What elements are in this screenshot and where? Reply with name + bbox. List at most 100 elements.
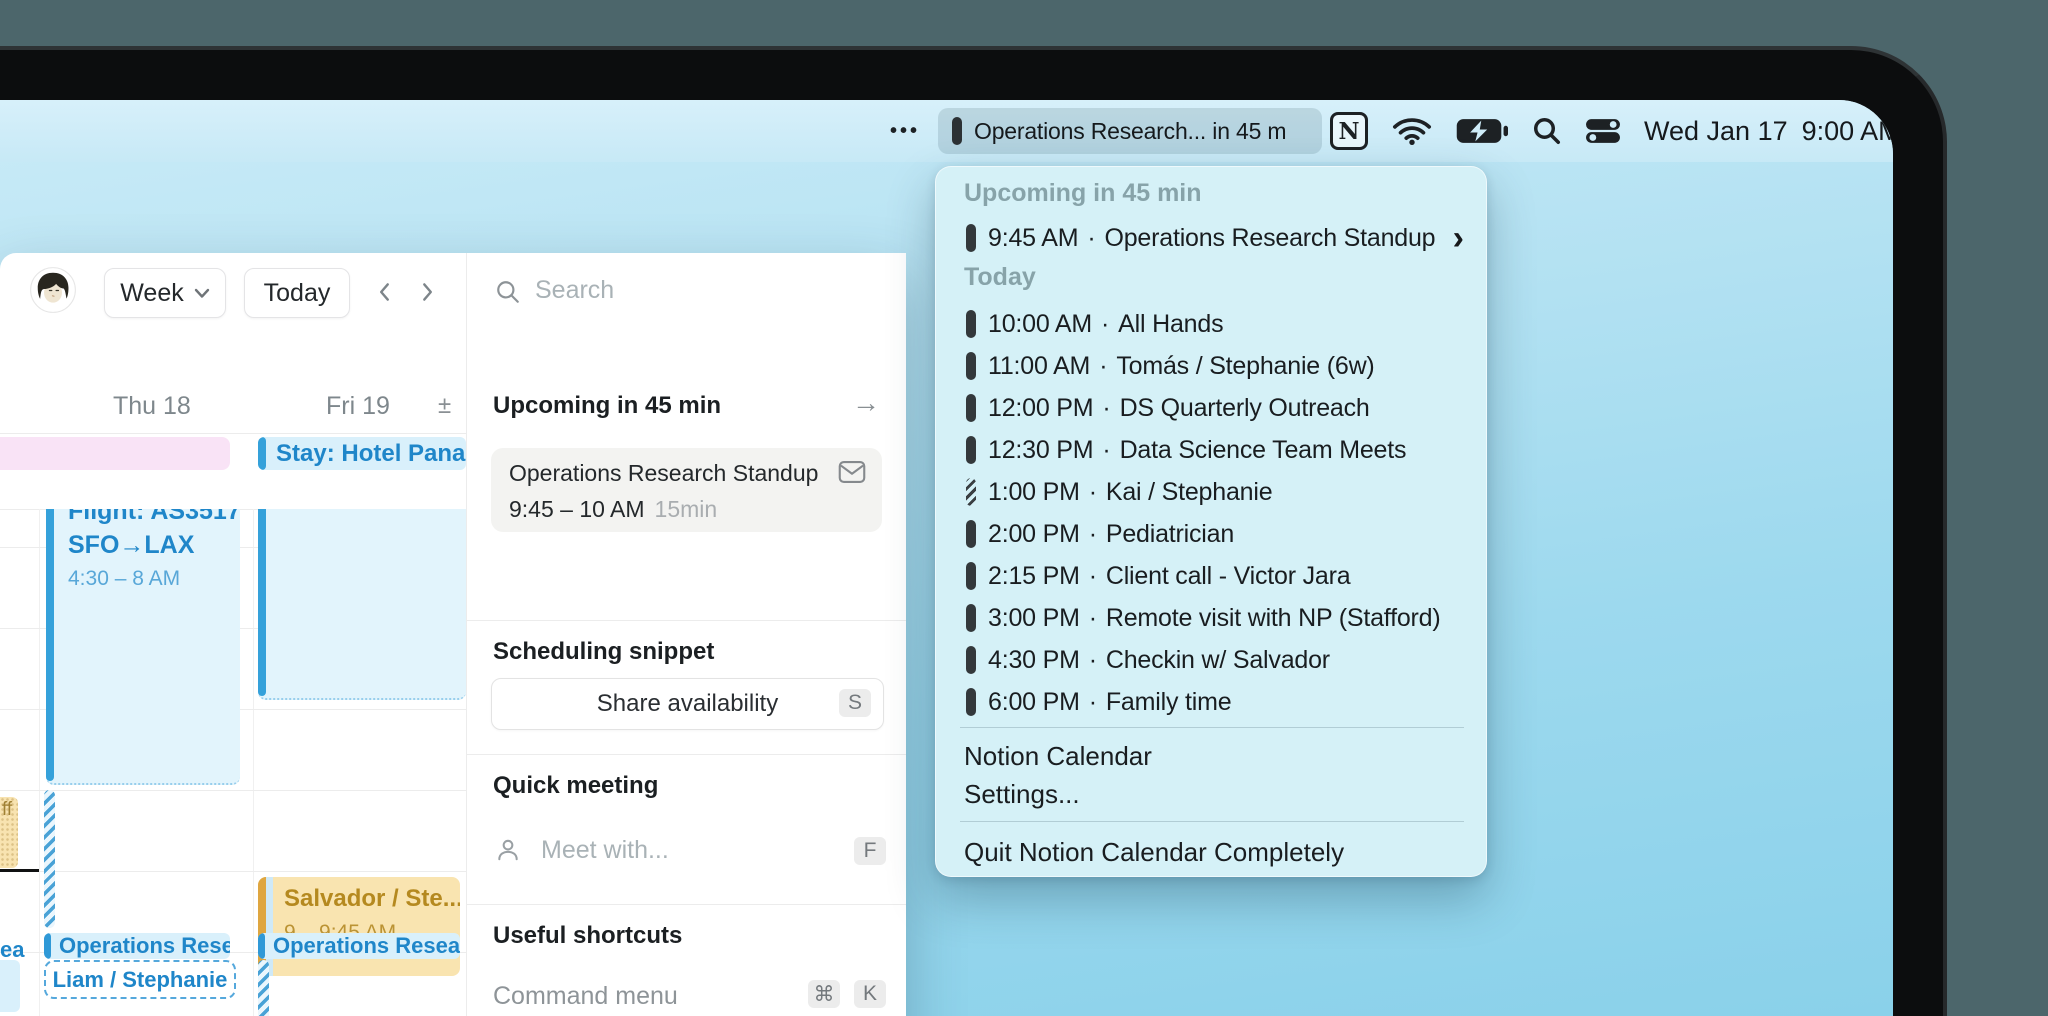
event-salvador[interactable]: Salvador / Ste... 9 – 9:45 AM: [258, 877, 460, 976]
upcoming-event-card[interactable]: Operations Research Standup 9:45 – 10 AM…: [491, 448, 882, 532]
meet-with-input[interactable]: [539, 835, 783, 866]
dropdown-event-item[interactable]: 11:00 AM · Tomás / Stephanie (6w): [936, 345, 1486, 387]
dropdown-event-item[interactable]: 4:30 PM · Checkin w/ Salvador: [936, 639, 1486, 681]
menu-bar-event-label: Operations Research... in 45 m: [974, 117, 1287, 144]
panel-divider: [467, 904, 906, 905]
upcoming-header: Upcoming in 45 min: [493, 392, 722, 419]
item-time: 11:00 AM: [988, 351, 1091, 380]
event-bar-icon: [966, 520, 976, 548]
item-separator: ·: [1101, 309, 1110, 338]
event-tentative-bar-thu[interactable]: [44, 790, 55, 928]
event-color-bar: [258, 437, 266, 470]
quick-meeting-header: Quick meeting: [493, 772, 659, 799]
item-separator: ·: [1088, 477, 1097, 506]
item-time: 3:00 PM: [988, 603, 1080, 632]
event-title: Flight: AS3517: [68, 509, 241, 525]
dropdown-divider: [960, 727, 1464, 728]
card-duration: 15min: [654, 496, 718, 522]
menu-bar-clock[interactable]: Wed Jan 17 9:00 AM: [1644, 116, 1893, 147]
event-liam-proposed[interactable]: Liam / Stephanie: [44, 960, 236, 999]
scheduling-header: Scheduling snippet: [493, 638, 715, 665]
dropdown-event-item[interactable]: 1:00 PM · Kai / Stephanie: [936, 471, 1486, 513]
chevron-right-icon[interactable]: [414, 279, 442, 307]
item-separator: ·: [1087, 223, 1096, 252]
menu-bar-active-event-item[interactable]: Operations Research... in 45 m: [938, 108, 1322, 154]
item-time: 1:00 PM: [988, 477, 1080, 506]
view-selector-label: Week: [120, 278, 184, 307]
week-grid[interactable]: ff ea Flight: AS3517 SFO→LAX 4:30 – 8 AM: [0, 509, 466, 1016]
event-fragment-blue-chip[interactable]: [0, 960, 20, 1012]
item-title: DS Quarterly Outreach: [1119, 393, 1370, 422]
item-title: Kai / Stephanie: [1105, 477, 1273, 506]
event-route: SFO→LAX: [68, 531, 195, 559]
shortcut-key-k: K: [854, 980, 886, 1008]
all-day-event-pink[interactable]: [0, 437, 230, 470]
item-time: 2:15 PM: [988, 561, 1080, 590]
notion-app-icon[interactable]: N: [1330, 112, 1368, 150]
hour-gridline: [0, 790, 466, 791]
control-center-icon[interactable]: [1586, 118, 1620, 144]
dropdown-event-item[interactable]: 12:00 PM · DS Quarterly Outreach: [936, 387, 1486, 429]
battery-charging-icon[interactable]: [1456, 118, 1508, 144]
item-title: Operations Research Standup: [1104, 223, 1436, 252]
day-header-thu[interactable]: Thu 18: [113, 392, 191, 421]
arrow-right-icon[interactable]: →: [852, 387, 880, 419]
all-day-event-stay[interactable]: Stay: Hotel Panamer: [258, 437, 466, 470]
marketing-frame: ••• Operations Research... in 45 m N Wed…: [0, 0, 2048, 1016]
menu-item-quit[interactable]: Quit Notion Calendar Completely: [964, 837, 1344, 868]
item-separator: ·: [1102, 435, 1111, 464]
envelope-icon[interactable]: [838, 460, 866, 484]
menu-bar-dropdown: Upcoming in 45 min 9:45 AM · Operations …: [935, 166, 1487, 877]
menu-bar-overflow-icon[interactable]: •••: [890, 100, 920, 162]
event-bar-icon: [966, 224, 976, 252]
command-menu-label: Command menu: [493, 982, 678, 1010]
event-tentative-bar-fri[interactable]: [258, 960, 269, 1016]
all-day-expand-icon[interactable]: ±: [438, 392, 451, 420]
shortcuts-header: Useful shortcuts: [493, 922, 683, 949]
spotlight-search-icon[interactable]: [1532, 116, 1562, 146]
clock-time: 9:00 AM: [1801, 115, 1893, 146]
day-header-fri[interactable]: Fri 19: [326, 392, 390, 421]
dropdown-event-item[interactable]: 3:00 PM · Remote visit with NP (Stafford): [936, 597, 1486, 639]
event-color-bar: [46, 509, 54, 781]
avatar[interactable]: [30, 267, 76, 313]
dropdown-event-item[interactable]: 12:30 PM · Data Science Team Meets: [936, 429, 1486, 471]
share-availability-label: Share availability: [596, 690, 779, 717]
item-separator: ·: [1099, 351, 1108, 380]
event-ops-thu[interactable]: Operations Resea: [44, 933, 230, 959]
event-time: 4:30 – 8 AM: [68, 567, 181, 590]
chevron-left-icon[interactable]: [372, 279, 400, 307]
view-selector-button[interactable]: Week: [104, 268, 226, 318]
dropdown-divider: [960, 821, 1464, 822]
dropdown-event-item[interactable]: 6:00 PM · Family time: [936, 681, 1486, 723]
clock-date: Wed Jan 17: [1644, 115, 1788, 146]
dropdown-event-item[interactable]: 2:00 PM · Pediatrician: [936, 513, 1486, 555]
menu-item-notion-calendar[interactable]: Notion Calendar: [964, 741, 1152, 772]
side-panel: Upcoming in 45 min → Operations Research…: [466, 253, 906, 1016]
search-input[interactable]: [533, 275, 777, 306]
event-ops-fri[interactable]: Operations Resea: [258, 933, 460, 959]
screen: ••• Operations Research... in 45 m N Wed…: [0, 100, 1893, 1016]
panel-divider: [467, 754, 906, 755]
event-color-bar: [258, 933, 265, 959]
dropdown-event-item[interactable]: 2:15 PM · Client call - Victor Jara: [936, 555, 1486, 597]
all-day-row-divider: [0, 433, 466, 434]
today-button[interactable]: Today: [244, 268, 350, 318]
item-separator: ·: [1088, 645, 1097, 674]
search-icon: [495, 279, 521, 305]
shortcut-key-cmd: ⌘: [808, 980, 840, 1008]
dropdown-upcoming-item[interactable]: 9:45 AM · Operations Research Standup ›: [936, 217, 1486, 259]
event-title: Operations Resea: [59, 933, 230, 958]
card-title: Operations Research Standup: [509, 460, 819, 486]
share-availability-button[interactable]: Share availability S: [491, 678, 884, 730]
wifi-icon[interactable]: [1392, 116, 1432, 146]
event-stay-block[interactable]: [258, 509, 466, 700]
event-flight[interactable]: Flight: AS3517 SFO→LAX 4:30 – 8 AM: [46, 509, 241, 785]
item-time: 9:45 AM: [988, 223, 1079, 252]
item-time: 6:00 PM: [988, 687, 1080, 716]
event-color-bar: [44, 933, 51, 959]
event-fragment-yellow[interactable]: ff: [0, 797, 18, 868]
menu-item-settings[interactable]: Settings...: [964, 779, 1080, 810]
column-divider: [253, 509, 254, 1016]
dropdown-event-item[interactable]: 10:00 AM · All Hands: [936, 303, 1486, 345]
